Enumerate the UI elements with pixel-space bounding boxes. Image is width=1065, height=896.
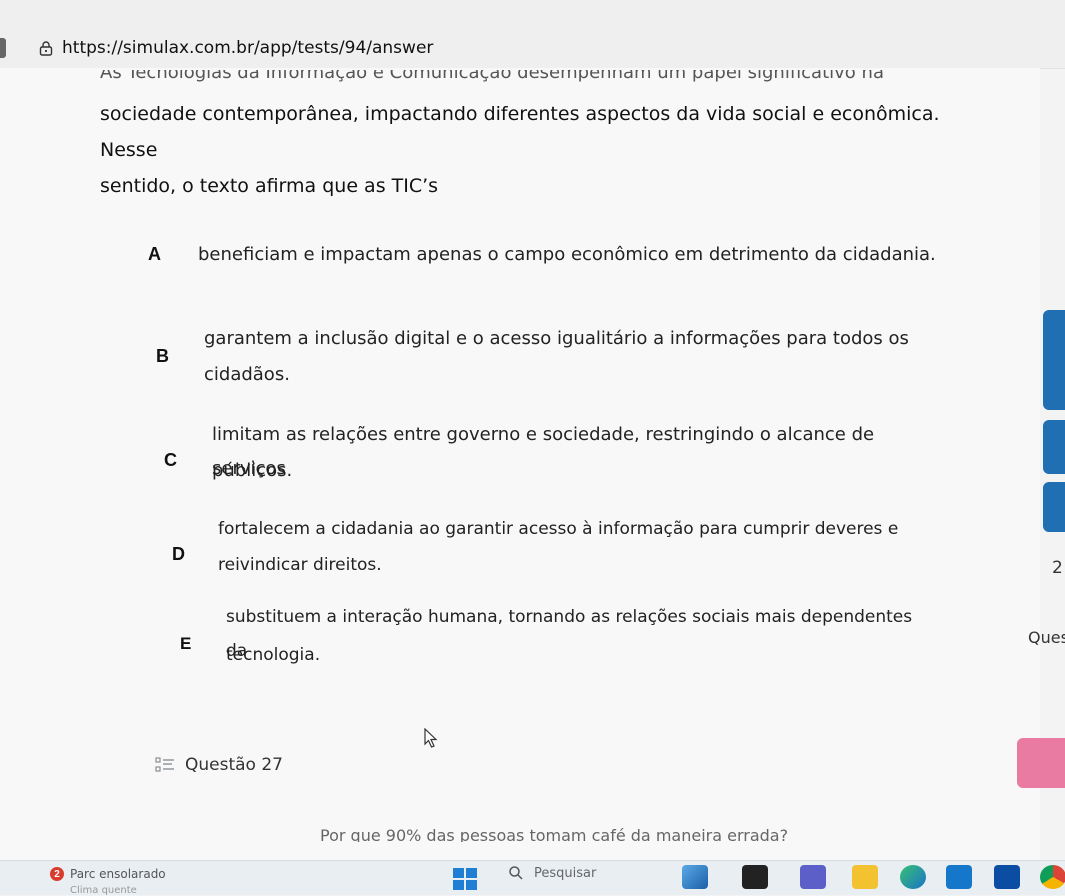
option-d[interactable]: D fortalecem a cidadania ao garantir ace… [160, 512, 920, 582]
taskbar: 2 Parc ensolarado Clima quente Pesquisar [0, 860, 1065, 896]
search-icon [509, 866, 523, 880]
weather-sublabel: Clima quente [70, 885, 137, 896]
option-text: fortalecem a cidadania ao garantir acess… [218, 519, 899, 539]
option-letter: D [172, 544, 185, 564]
option-letter: A [148, 244, 161, 264]
chrome-browser-icon[interactable] [1040, 865, 1065, 889]
option-text: cidadãos. [204, 364, 290, 385]
url-text[interactable]: https://simulax.com.br/app/tests/94/answ… [62, 38, 433, 58]
nav-block[interactable] [1017, 738, 1065, 788]
option-text: garantem a inclusão digital e o acesso i… [204, 328, 909, 349]
gallery-app-icon[interactable] [682, 865, 708, 889]
question-nav-panel [1017, 0, 1065, 860]
option-text: beneficiam e impactam apenas o campo eco… [198, 244, 936, 265]
next-question-header[interactable]: Questão 27 [155, 755, 283, 775]
question-stem-line: sociedade contemporânea, impactando dife… [100, 103, 940, 161]
nav-label-fragment: Ques [1028, 628, 1065, 647]
option-text: reivindicar direitos. [218, 555, 382, 575]
search-placeholder: Pesquisar [534, 865, 597, 881]
weather-label: Parc ensolarado [70, 867, 166, 881]
nav-block[interactable] [1043, 482, 1065, 532]
nav-block[interactable] [1043, 310, 1065, 410]
option-a[interactable]: A beneficiam e impactam apenas o campo e… [140, 236, 980, 276]
option-letter: C [164, 450, 177, 470]
question-stem-line: sentido, o texto afirma que as TIC’s [100, 175, 439, 197]
weather-widget[interactable]: 2 Parc ensolarado [50, 867, 166, 881]
address-bar[interactable]: https://simulax.com.br/app/tests/94/answ… [38, 38, 433, 58]
browser-toolbar: https://simulax.com.br/app/tests/94/answ… [0, 0, 1065, 69]
question-stem: sociedade contemporânea, impactando dife… [100, 96, 990, 204]
notification-badge: 2 [50, 867, 64, 881]
lock-icon[interactable] [38, 40, 54, 56]
windows-start-icon[interactable] [452, 867, 478, 891]
mouse-cursor-icon [424, 728, 438, 748]
option-e[interactable]: E substituem a interação humana, tornand… [170, 600, 930, 670]
taskbar-search[interactable]: Pesquisar [508, 865, 596, 881]
option-text: limitam as relações entre governo e soci… [212, 424, 875, 479]
nav-number-fragment: 2 [1052, 558, 1063, 578]
widgets-app-icon[interactable] [742, 865, 768, 889]
option-text: substituem a interação humana, tornando … [226, 607, 913, 661]
edge-browser-icon[interactable] [900, 865, 926, 889]
option-letter: E [180, 634, 192, 653]
next-question-text-partial: Por que 90% das pessoas tomam café da ma… [320, 826, 789, 842]
option-text: públicos. [212, 460, 293, 481]
store-app-icon[interactable] [946, 865, 972, 889]
question-list-icon [155, 757, 174, 772]
option-c[interactable]: C limitam as relações entre governo e so… [150, 418, 930, 488]
mail-app-icon[interactable] [994, 865, 1020, 889]
option-b[interactable]: B garantem a inclusão digital e o acesso… [140, 322, 920, 392]
next-question-label: Questão 27 [185, 755, 283, 775]
nav-block[interactable] [1043, 420, 1065, 474]
option-text: tecnologia. [226, 645, 321, 665]
window-edge-indicator [0, 38, 6, 58]
file-explorer-icon[interactable] [852, 865, 878, 889]
teams-icon[interactable] [800, 865, 826, 889]
question-text-partial: As Tecnologias da Informação e Comunicaç… [100, 70, 884, 83]
option-letter: B [156, 346, 169, 366]
